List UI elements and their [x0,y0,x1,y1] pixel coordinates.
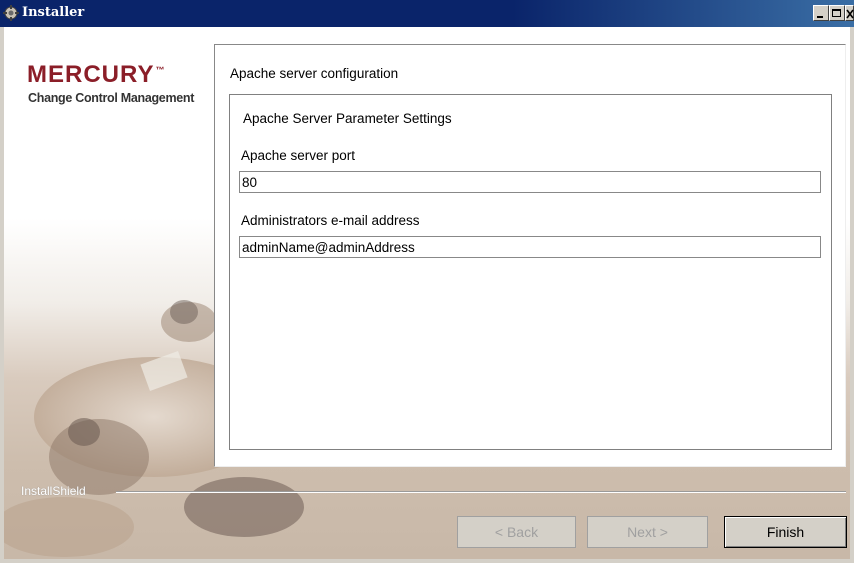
installer-window: Installer MERCURY™ Change Control Manage… [0,0,854,563]
installshield-brand: InstallShield [21,484,86,498]
port-field[interactable] [239,171,821,193]
mercury-logo: MERCURY™ [27,61,165,89]
logo-brand-text: MERCURY [27,61,155,88]
close-icon [846,9,854,19]
finish-button[interactable]: Finish [724,516,847,548]
page-title: Apache server configuration [230,66,399,81]
email-field[interactable] [239,236,821,258]
window-title: Installer [22,5,85,20]
back-button[interactable]: < Back [457,516,576,548]
trademark-symbol: ™ [155,65,166,75]
minimize-icon [817,16,823,18]
title-bar[interactable]: Installer [0,0,854,27]
section-title: Apache Server Parameter Settings [243,111,452,126]
product-name: Change Control Management [28,91,195,105]
email-label: Administrators e-mail address [241,213,420,228]
close-button[interactable] [845,5,854,21]
footer-separator [116,491,846,493]
port-label: Apache server port [241,148,356,163]
content-panel: Apache server configuration Apache Serve… [214,44,846,467]
settings-box: Apache Server Parameter Settings Apache … [229,94,832,450]
wizard-client-area: MERCURY™ Change Control Management Apach… [4,27,850,559]
maximize-icon [832,9,841,17]
maximize-button[interactable] [829,5,845,21]
installer-gear-icon [3,5,19,21]
minimize-button[interactable] [813,5,829,21]
next-button[interactable]: Next > [587,516,708,548]
